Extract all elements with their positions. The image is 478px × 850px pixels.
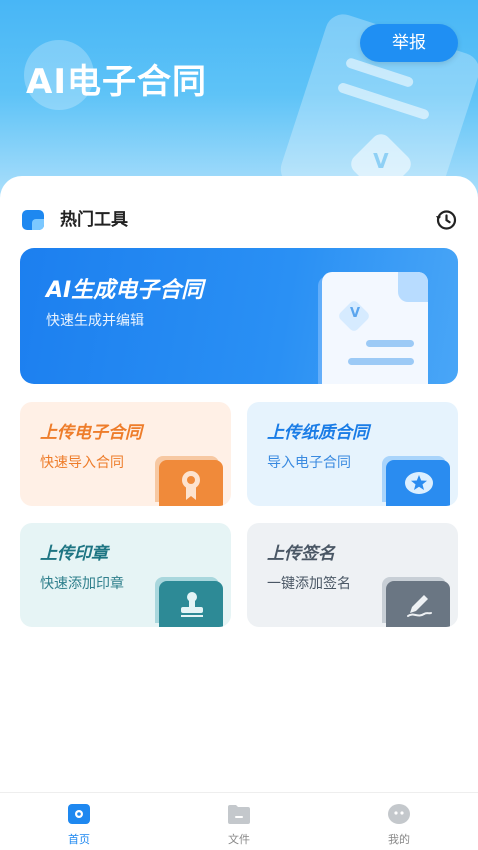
tab-label: 首页 xyxy=(68,833,90,846)
star-badge-icon xyxy=(386,460,450,506)
upload-seal-card[interactable]: 上传印章 快速添加印章 xyxy=(20,523,231,627)
report-button[interactable]: 举报 xyxy=(360,24,458,62)
history-icon[interactable] xyxy=(434,208,458,232)
section-header: 热门工具 xyxy=(22,208,458,232)
card-title: 上传印章 xyxy=(40,544,108,564)
contract-document-icon: V xyxy=(322,272,428,384)
main-content: 热门工具 AI生成电子合同 快速生成并编辑 V 上传电子合同 快速导入合同 上传 xyxy=(0,176,478,796)
home-icon xyxy=(68,804,90,824)
page-title: AI电子合同 xyxy=(26,62,207,102)
card-title: 上传纸质合同 xyxy=(267,423,369,443)
section-title: 热门工具 xyxy=(60,210,128,230)
stamp-icon xyxy=(159,581,223,627)
seal-badge-icon: V xyxy=(337,299,371,333)
card-title: 上传电子合同 xyxy=(40,423,142,443)
certificate-icon xyxy=(159,460,223,506)
upload-paper-contract-card[interactable]: 上传纸质合同 导入电子合同 xyxy=(247,402,458,506)
upload-signature-card[interactable]: 上传签名 一键添加签名 xyxy=(247,523,458,627)
ai-card-subtitle: 快速生成并编辑 xyxy=(46,313,144,329)
signature-pen-icon xyxy=(386,581,450,627)
card-title: 上传签名 xyxy=(267,544,335,564)
tools-icon xyxy=(22,210,44,230)
tab-files[interactable]: 文件 xyxy=(199,801,279,847)
profile-icon xyxy=(388,804,410,824)
card-subtitle: 导入电子合同 xyxy=(267,455,351,471)
tab-label: 文件 xyxy=(228,833,250,846)
tab-label: 我的 xyxy=(388,833,410,846)
card-subtitle: 快速添加印章 xyxy=(40,576,124,592)
folder-icon xyxy=(228,805,250,824)
upload-e-contract-card[interactable]: 上传电子合同 快速导入合同 xyxy=(20,402,231,506)
card-subtitle: 一键添加签名 xyxy=(267,576,351,592)
ai-card-title: AI生成电子合同 xyxy=(46,278,204,303)
tab-profile[interactable]: 我的 xyxy=(359,801,439,847)
card-subtitle: 快速导入合同 xyxy=(40,455,124,471)
bottom-tab-bar: 首页 文件 我的 xyxy=(0,792,478,850)
ai-generate-contract-card[interactable]: AI生成电子合同 快速生成并编辑 V xyxy=(20,248,458,384)
tab-home[interactable]: 首页 xyxy=(39,801,119,847)
